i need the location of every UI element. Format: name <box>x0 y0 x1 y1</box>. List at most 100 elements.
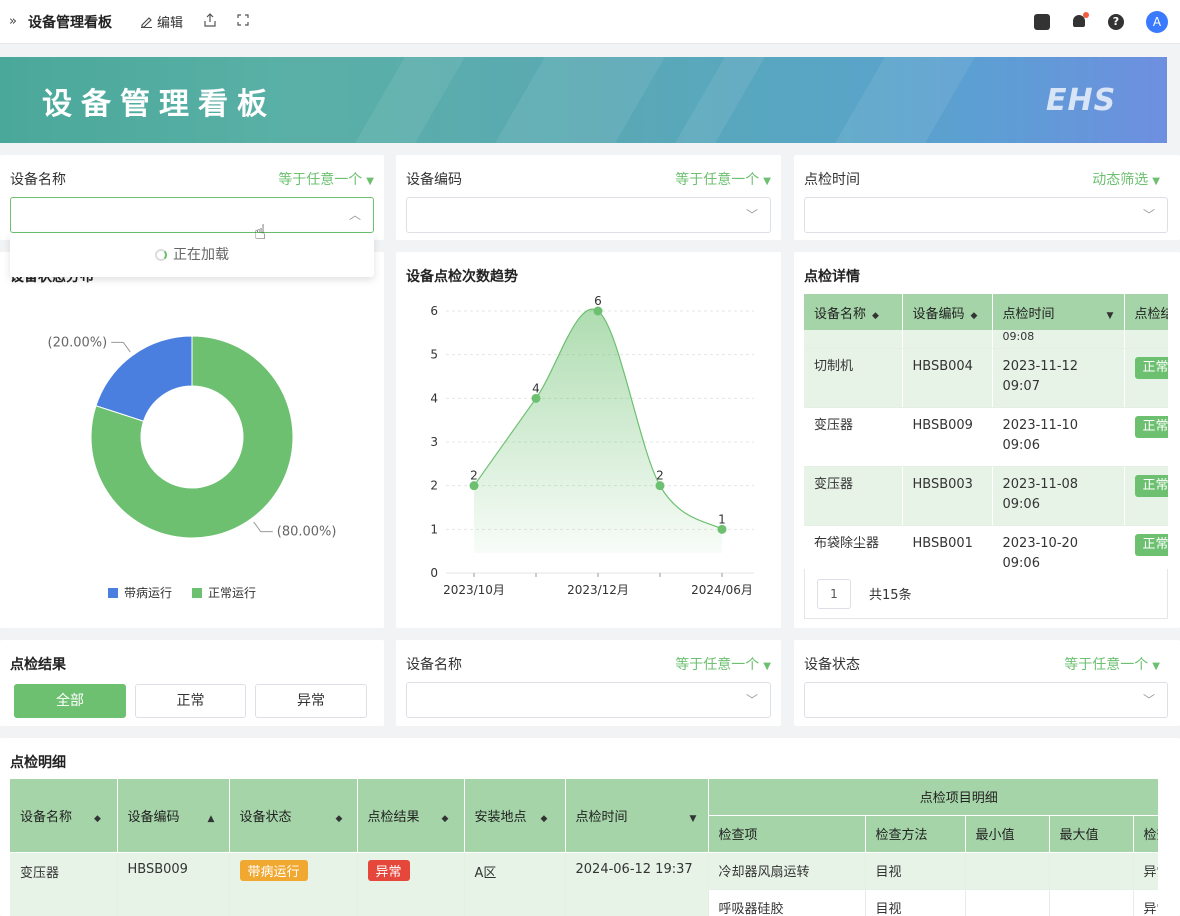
data-label: 1 <box>718 512 726 526</box>
result-badge: 正常 <box>1134 533 1168 556</box>
table-row-partial: 09:08 <box>804 330 1168 349</box>
filter-label: 设备编码 <box>406 172 462 188</box>
col-header[interactable]: 设备名称 ◆ <box>10 779 118 853</box>
table-row[interactable]: 变压器 HBSB003 2023-11-08 09:06 正常 <box>804 466 1168 526</box>
table-row[interactable]: 布袋除尘器 HBSB001 2023-10-20 09:06 正常 <box>804 525 1168 570</box>
trend-area <box>474 309 722 553</box>
help-icon[interactable]: ? <box>1108 14 1124 30</box>
filter-mode-dropdown[interactable]: 等于任意一个 ▼ <box>675 654 771 674</box>
col-header[interactable]: 点检时间 ▼ <box>992 294 1125 330</box>
edit-button[interactable]: 编辑 <box>140 12 183 31</box>
chevron-up-icon: ︿ <box>348 208 361 222</box>
equipment-name-select[interactable]: ︿ <box>10 197 374 233</box>
card-title: 点检结果 <box>10 657 66 673</box>
inspection-time-select[interactable]: ﹀ <box>804 197 1168 233</box>
sub-col-header[interactable]: 检查方法 <box>865 815 966 853</box>
loading-spinner-icon <box>155 249 167 261</box>
col-header[interactable]: 安装地点 ◆ <box>464 779 566 853</box>
status-distribution-card: 设备状态分布 (20.00%) (80.00%) 带病运行 正常运行 <box>0 252 384 628</box>
col-header[interactable]: 设备编码 ▲ <box>117 779 230 853</box>
filter-mode-dropdown[interactable]: 动态筛选 ▼ <box>1092 169 1160 189</box>
sub-col-header[interactable]: 最小值 <box>965 815 1050 853</box>
donut-slice-label: (80.00%) <box>277 525 337 540</box>
detail-list-table-wrap[interactable]: 设备名称 ◆ 设备编码 ▲ 设备状态 ◆ 点检结果 ◆ 安装地点 ◆ 点检时间 ▼ 点检项目… <box>10 779 1158 916</box>
top-bar: » 设备管理看板 编辑 ? A <box>0 0 1180 44</box>
chevron-down-icon: ﹀ <box>745 208 758 222</box>
fullscreen-icon[interactable] <box>237 13 249 30</box>
top-bar-actions: ? A <box>1034 0 1168 44</box>
donut-label-leader <box>253 521 273 533</box>
group-header: 点检项目明细 <box>708 779 1158 816</box>
filter-label: 设备名称 <box>406 657 462 673</box>
total-count: 共15条 <box>869 588 912 603</box>
filter-equipment-status: 设备状态 等于任意一个 ▼ ﹀ <box>794 640 1180 726</box>
details-table-wrap[interactable]: 设备名称◆ 设备编码◆ 点检时间▼ 点检结果 09:08 切制机HBSB004 … <box>804 294 1168 570</box>
notification-bell-icon[interactable] <box>1072 12 1089 30</box>
sub-col-header[interactable]: 最大值 <box>1049 815 1134 853</box>
avatar[interactable]: A <box>1146 11 1168 33</box>
y-tick-label: 0 <box>430 566 438 580</box>
filter-equipment-name: 设备名称 等于任意一个 ▼ ︿ <box>0 155 384 240</box>
col-header[interactable]: 设备名称 ◆ <box>804 294 903 330</box>
sub-col-header[interactable]: 检查结果 <box>1133 815 1158 853</box>
table-row[interactable]: 变压器 HBSB009 带病运行 异常 A区 2024-06-12 19:37 … <box>10 852 1158 916</box>
result-option-all[interactable]: 全部 <box>14 684 126 718</box>
dashboard-banner: 设备管理看板 EHS <box>0 57 1167 143</box>
page-title: 设备管理看板 <box>28 14 112 31</box>
result-badge: 异常 <box>367 859 410 881</box>
legend-swatch <box>192 588 202 598</box>
x-tick-label: 2024/06月 <box>691 583 753 597</box>
donut-chart: (20.00%) (80.00%) 带病运行 正常运行 <box>48 335 337 600</box>
chevron-down-icon: ﹀ <box>745 693 758 707</box>
result-option-normal[interactable]: 正常 <box>135 684 246 718</box>
page-button[interactable]: 1 <box>817 578 851 609</box>
col-header[interactable]: 点检结果 ◆ <box>357 779 465 853</box>
table-row[interactable]: 切制机 HBSB004 2023-11-12 09:07 正常 <box>804 348 1168 408</box>
y-tick-label: 4 <box>430 391 438 405</box>
filter-mode-dropdown[interactable]: 等于任意一个 ▼ <box>1064 654 1160 674</box>
sub-col-header[interactable]: 检查项 <box>708 815 866 853</box>
filter-mode-dropdown[interactable]: 等于任意一个 ▼ <box>278 169 374 189</box>
data-label: 2 <box>656 469 664 483</box>
table-row[interactable]: 变压器 HBSB009 2023-11-10 09:06 正常 <box>804 407 1168 467</box>
filter-mode-dropdown[interactable]: 等于任意一个 ▼ <box>675 169 771 189</box>
col-header[interactable]: 点检结果 <box>1124 294 1168 330</box>
chevron-down-icon: ﹀ <box>1142 693 1155 707</box>
expand-sidebar-icon[interactable]: » <box>2 14 24 29</box>
equipment-name-select-2[interactable]: ﹀ <box>406 682 771 718</box>
inspection-details-card: 点检详情 设备名称◆ 设备编码◆ 点检时间▼ 点检结果 09:08 切制机HBS… <box>794 252 1180 628</box>
notebook-icon[interactable] <box>1034 14 1050 30</box>
trend-chart: 0 1 2 3 4 5 6 2 4 6 2 1 2023/10月 2023/12月 2024/06月 <box>430 294 754 597</box>
col-header[interactable]: 点检时间 ▼ <box>565 779 709 853</box>
result-filter-card: 点检结果 全部 正常 异常 <box>0 640 384 726</box>
filter-label: 点检时间 <box>804 172 860 188</box>
donut-slice <box>95 335 193 422</box>
result-badge: 正常 <box>1134 474 1168 497</box>
status-badge: 带病运行 <box>239 859 308 881</box>
result-badge: 正常 <box>1134 415 1168 438</box>
filter-inspection-time: 点检时间 动态筛选 ▼ ﹀ <box>794 155 1180 240</box>
equipment-status-select[interactable]: ﹀ <box>804 682 1168 718</box>
y-tick-label: 5 <box>430 348 438 362</box>
data-label: 4 <box>532 381 540 395</box>
y-tick-label: 2 <box>430 479 438 493</box>
select-loading-dropdown: 正在加载 <box>10 233 374 277</box>
result-option-abnormal[interactable]: 异常 <box>255 684 367 718</box>
col-header[interactable]: 设备状态 ◆ <box>229 779 358 853</box>
donut-slice-label: (20.00%) <box>48 335 108 350</box>
col-header[interactable]: 设备编码 ◆ <box>902 294 993 330</box>
loading-text: 正在加载 <box>173 247 229 263</box>
legend-label: 正常运行 <box>208 586 256 600</box>
donut-label-leader <box>111 341 131 353</box>
edit-label: 编辑 <box>157 16 184 31</box>
x-tick-label: 2023/12月 <box>567 583 629 597</box>
filter-label: 设备状态 <box>804 657 860 673</box>
equipment-code-select[interactable]: ﹀ <box>406 197 771 233</box>
pencil-icon <box>141 17 152 28</box>
share-icon[interactable] <box>203 12 217 31</box>
filter-equipment-code: 设备编码 等于任意一个 ▼ ﹀ <box>396 155 781 240</box>
filter-equipment-name-2: 设备名称 等于任意一个 ▼ ﹀ <box>396 640 781 726</box>
details-table: 设备名称◆ 设备编码◆ 点检时间▼ 点检结果 09:08 切制机HBSB004 … <box>804 294 1168 570</box>
y-tick-label: 3 <box>430 435 438 449</box>
y-tick-label: 6 <box>430 304 438 318</box>
